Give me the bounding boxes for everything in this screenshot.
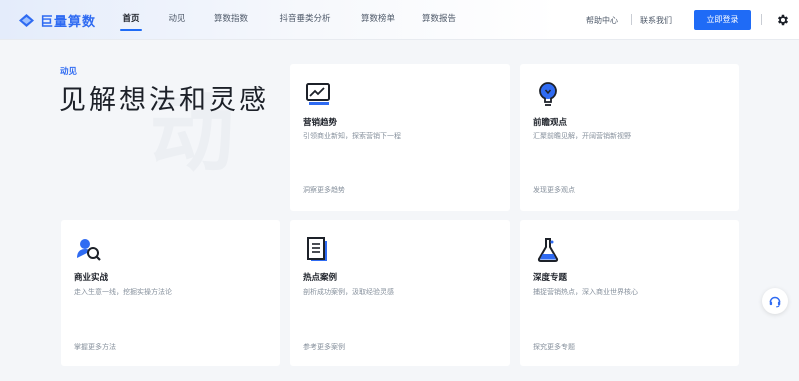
card-description: 引领商业新知，探索营销下一程 [303,132,401,140]
trend-chart-icon [306,83,330,105]
card-more-link[interactable]: 掌握更多方法 [74,342,116,352]
customer-service-button[interactable] [762,288,788,314]
gear-icon[interactable] [776,13,790,27]
logo-icon [19,13,34,27]
nav-item-dongjian[interactable]: 动见 [154,0,200,40]
logo[interactable]: 巨量算数 [18,11,97,30]
help-center-link[interactable]: 帮助中心 [586,0,618,40]
card-description: 汇聚前瞻见解，开阔营销新视野 [533,132,631,140]
main-nav: 首页 动见 算数指数 抖音垂类分析 算数榜单 算数报告 [108,0,470,40]
contact-us-link[interactable]: 联系我们 [640,0,672,40]
divider [761,14,762,25]
card-hot-cases[interactable]: 热点案例 剖析成功案例，汲取经验灵感 参考更多案例 [290,220,510,366]
card-more-link[interactable]: 洞察更多趋势 [303,185,345,195]
card-description: 走入生意一线，挖掘实操方法论 [74,288,172,296]
card-title: 商业实战 [74,273,109,283]
card-title: 营销趋势 [303,118,338,128]
page-title: 见解想法和灵感 [59,85,269,116]
nav-item-home[interactable]: 首页 [108,0,154,40]
login-button[interactable]: 立即登录 [694,10,751,30]
divider [631,14,632,25]
nav-item-reports[interactable]: 算数报告 [408,0,470,40]
card-marketing-trends[interactable]: 营销趋势 引领商业新知，探索营销下一程 洞察更多趋势 [290,64,510,211]
card-more-link[interactable]: 参考更多案例 [303,342,345,352]
document-icon [307,237,327,261]
nav-item-rankings[interactable]: 算数榜单 [348,0,408,40]
card-title: 深度专题 [533,273,568,283]
nav-item-douyin-analysis[interactable]: 抖音垂类分析 [262,0,348,40]
card-description: 捕捉营销热点，深入商业世界核心 [533,288,638,296]
headset-icon [769,296,781,308]
card-description: 剖析成功案例，汲取经验灵感 [303,288,394,296]
card-business-practice[interactable]: 商业实战 走入生意一线，挖掘实操方法论 掌握更多方法 [61,220,280,366]
nav-item-index[interactable]: 算数指数 [200,0,262,40]
card-title: 前瞻观点 [533,118,568,128]
card-deep-topics[interactable]: 深度专题 捕捉营销热点，深入商业世界核心 探究更多专题 [520,220,739,366]
top-navigation-bar: 巨量算数 首页 动见 算数指数 抖音垂类分析 算数榜单 算数报告 帮助中心 联系… [0,0,799,40]
card-more-link[interactable]: 探究更多专题 [533,342,575,352]
card-more-link[interactable]: 发现更多观点 [533,185,575,195]
card-forward-views[interactable]: 前瞻观点 汇聚前瞻见解，开阔营销新视野 发现更多观点 [520,64,739,211]
card-title: 热点案例 [303,273,338,283]
lightbulb-icon [539,82,557,106]
person-search-icon [77,239,101,261]
logo-text: 巨量算数 [40,14,97,30]
flask-icon [537,238,559,262]
section-tag: 动见 [60,67,78,77]
